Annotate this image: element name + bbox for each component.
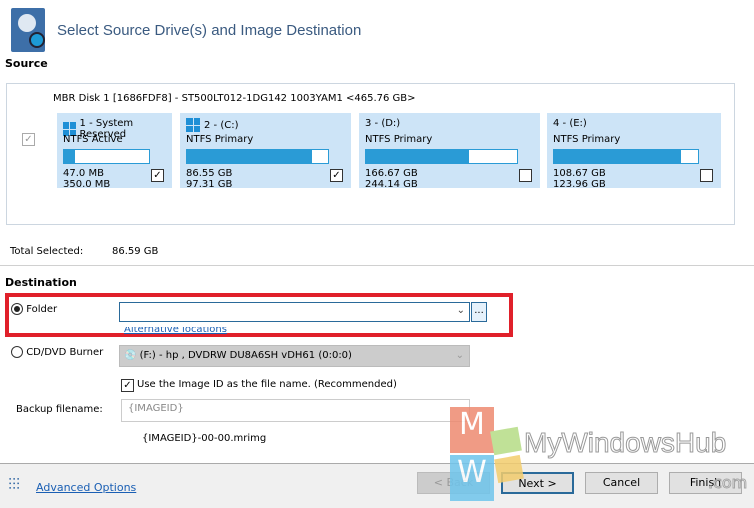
total-size: 244.14 GB (365, 179, 418, 190)
filename-preview: {IMAGEID}-00-00.mrimg (142, 433, 267, 444)
folder-input[interactable]: ⌄ (119, 302, 470, 322)
cd-radio[interactable]: CD/DVD Burner (11, 346, 103, 358)
used-size: 86.55 GB (186, 168, 233, 179)
used-size: 166.67 GB (365, 168, 418, 179)
partition-fs: NTFS Primary (553, 134, 621, 145)
usage-bar (553, 149, 699, 164)
folder-radio[interactable]: Folder (11, 303, 57, 315)
total-size: 97.31 GB (186, 179, 233, 190)
browse-button[interactable]: ... (471, 302, 487, 322)
source-heading: Source (5, 57, 48, 70)
usage-fill (366, 150, 469, 163)
cd-value: (F:) - hp , DVDRW DU8A6SH vDH61 (0:0:0) (139, 350, 352, 361)
partition-fs: NTFS Primary (365, 134, 433, 145)
use-image-id-label: Use the Image ID as the file name. (Reco… (137, 379, 397, 390)
advanced-options-link[interactable]: Advanced Options (36, 481, 136, 494)
watermark-suffix: .com (707, 473, 748, 493)
partition-fs: NTFS Primary (186, 134, 254, 145)
partition-size: 166.67 GB 244.14 GB (365, 168, 418, 190)
partition-size: 108.67 GB 123.96 GB (553, 168, 606, 190)
partition-title: 4 - (E:) (553, 118, 587, 129)
usage-bar (63, 149, 150, 164)
cd-drive-select[interactable]: 💿 (F:) - hp , DVDRW DU8A6SH vDH61 (0:0:0… (119, 345, 470, 367)
backup-filename-label: Backup filename: (16, 404, 103, 415)
partition-fs: NTFS Active (63, 134, 123, 145)
chevron-down-icon[interactable]: ⌄ (457, 305, 465, 316)
folder-label: Folder (26, 304, 58, 315)
partition-checkbox[interactable]: ✓ (330, 169, 343, 182)
partition-title: 2 - (C:) (204, 119, 239, 131)
partition-card[interactable]: 1 - System Reserved NTFS Active 47.0 MB 3… (57, 113, 172, 190)
usage-fill (187, 150, 313, 163)
destination-heading: Destination (5, 276, 77, 289)
used-size: 47.0 MB (63, 168, 104, 179)
watermark-text: MyWindowsHub (523, 427, 727, 459)
total-size: 350.0 MB (63, 179, 111, 190)
sliders-icon: ⫶⫶⫶ (8, 475, 21, 494)
chevron-down-icon: ⌄ (455, 350, 464, 361)
disk-checkbox[interactable]: ✓ (22, 133, 35, 146)
partition-checkbox[interactable] (700, 169, 713, 182)
partition-name: 3 - (D:) (365, 118, 400, 129)
divider (0, 265, 754, 266)
page-title: Select Source Drive(s) and Image Destina… (57, 22, 362, 39)
alternative-locations-link[interactable]: Alternative locations (124, 327, 227, 336)
optical-drive-icon: 💿 (124, 350, 137, 361)
disk-image-icon (11, 8, 45, 52)
backup-filename-input[interactable]: {IMAGEID} (121, 399, 470, 422)
partition-checkbox[interactable]: ✓ (151, 169, 164, 182)
partition-name: 2 - (C:) (186, 118, 238, 132)
total-selected-label: Total Selected: (10, 246, 84, 257)
used-size: 108.67 GB (553, 168, 606, 179)
usage-fill (64, 150, 76, 163)
usage-bar (365, 149, 518, 164)
partition-card[interactable]: 2 - (C:) NTFS Primary 86.55 GB 97.31 GB ✓ (180, 113, 351, 190)
partition-title: 3 - (D:) (365, 118, 401, 129)
partition-name: 4 - (E:) (553, 118, 587, 129)
partition-card[interactable]: 3 - (D:) NTFS Primary 166.67 GB 244.14 GB (359, 113, 540, 190)
cancel-button[interactable]: Cancel (585, 472, 658, 494)
total-selected-value: 86.59 GB (112, 246, 159, 257)
windows-icon (186, 118, 200, 132)
partition-size: 86.55 GB 97.31 GB (186, 168, 232, 190)
use-image-id-checkbox[interactable]: ✓ (121, 379, 134, 392)
disk-label: MBR Disk 1 [1686FDF8] - ST500LT012-1DG14… (53, 93, 416, 104)
total-size: 123.96 GB (553, 179, 606, 190)
partition-size: 47.0 MB 350.0 MB (63, 168, 110, 190)
usage-bar (186, 149, 329, 164)
usage-fill (554, 150, 681, 163)
partition-card[interactable]: 4 - (E:) NTFS Primary 108.67 GB 123.96 GB (547, 113, 721, 190)
partition-checkbox[interactable] (519, 169, 532, 182)
cd-label: CD/DVD Burner (26, 347, 104, 358)
